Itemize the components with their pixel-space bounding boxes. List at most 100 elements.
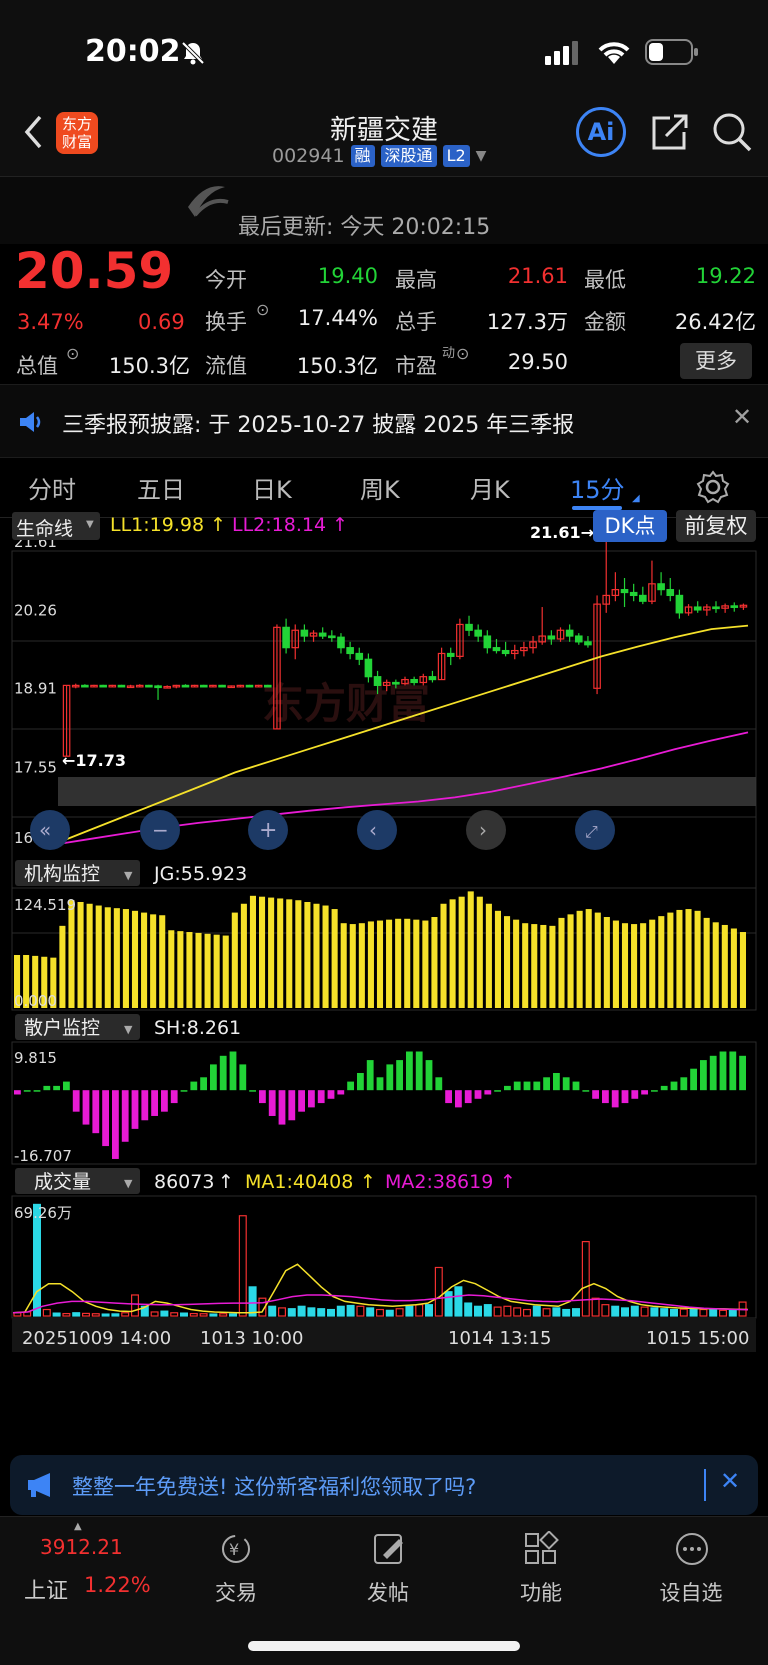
jg-bar: [476, 896, 483, 1008]
candle-body: [547, 635, 556, 640]
jg-value-label: JG:55.923: [153, 863, 247, 885]
volume-bar: [425, 1304, 434, 1317]
volume-bar: [591, 1297, 600, 1317]
tab-weekly-k[interactable]: 周K: [360, 470, 400, 505]
sh-bar: [425, 1060, 433, 1091]
vol-indicator-label: 成交量: [34, 1171, 91, 1193]
volume-bar: [307, 1307, 316, 1317]
tab-5day[interactable]: 五日: [137, 470, 185, 505]
sh-bar: [63, 1081, 70, 1091]
volume-bar: [170, 1312, 179, 1317]
jg-bar: [531, 924, 538, 1008]
jg-bar: [730, 928, 737, 1008]
nav-post[interactable]: 发帖: [333, 1577, 443, 1607]
volume-bar: [513, 1307, 522, 1317]
more-button[interactable]: 更多: [680, 343, 752, 379]
functions-icon[interactable]: [523, 1531, 559, 1567]
volume-bar: [650, 1307, 659, 1317]
jg-tick-top: 124.519: [14, 896, 76, 914]
jg-bar: [513, 919, 520, 1008]
gear-icon[interactable]: [696, 470, 730, 504]
sh-bar-group: [14, 1051, 746, 1159]
candle-body: [373, 676, 382, 686]
sh-bar: [298, 1090, 305, 1112]
jg-bar: [59, 925, 66, 1008]
sh-bar: [602, 1090, 609, 1104]
jg-bar: [431, 917, 438, 1008]
ai-assistant-icon[interactable]: Ai: [576, 107, 626, 157]
tab-daily-k[interactable]: 日K: [252, 470, 292, 505]
trade-icon[interactable]: ¥: [218, 1531, 254, 1567]
jg-bar: [131, 910, 139, 1008]
post-icon[interactable]: [371, 1531, 407, 1567]
volume-bar: [189, 1312, 198, 1317]
index-value[interactable]: 3912.21: [40, 1535, 123, 1559]
nav-functions[interactable]: 功能: [486, 1577, 596, 1607]
nav-add-watchlist[interactable]: 设自选: [636, 1577, 746, 1607]
quote-panel: 20.59 3.47% 0.69 总值 ⊙ 150.3亿 今开 19.40 最高…: [0, 242, 768, 384]
sh-bar: [494, 1090, 501, 1092]
candle-body: [730, 605, 739, 608]
info-icon[interactable]: ⊙: [456, 344, 469, 363]
tab-monthly-k[interactable]: 月K: [470, 470, 510, 505]
sh-bar: [582, 1090, 590, 1092]
candle-body: [364, 658, 373, 678]
indicator-select[interactable]: 生命线 ▼: [12, 512, 100, 540]
indicator-label: 生命线: [16, 518, 74, 540]
volume-bar: [81, 1312, 90, 1317]
candle-body: [474, 629, 482, 637]
jg-bar: [422, 920, 429, 1008]
volume-bar: [640, 1306, 649, 1317]
nav-trade[interactable]: 交易: [181, 1577, 291, 1607]
jg-bar: [358, 923, 365, 1008]
watchlist-icon[interactable]: [674, 1531, 710, 1567]
ll2-label: LL2:18.14 ↑: [232, 514, 348, 536]
jg-bar: [712, 922, 719, 1008]
tab-15min[interactable]: 15分: [570, 470, 625, 505]
jg-bar: [721, 924, 728, 1008]
notice-banner[interactable]: 三季报预披露: 于 2025-10-27 披露 2025 年三季报 ✕: [0, 384, 768, 458]
jg-bar: [458, 896, 465, 1008]
candle-body: [712, 606, 720, 610]
chart-watermark: 东方财富: [262, 679, 430, 728]
jg-bar: [376, 920, 384, 1008]
jg-bar: [694, 910, 701, 1008]
candle-body: [492, 647, 501, 652]
volume-bar: [679, 1308, 688, 1317]
jg-bar: [367, 921, 374, 1008]
status-bar: 20:02: [0, 0, 768, 100]
adjust-button[interactable]: 前复权: [676, 510, 756, 542]
jg-bar: [386, 919, 393, 1008]
tab-intraday[interactable]: 分时: [28, 470, 76, 505]
volume-bar: [121, 1312, 130, 1317]
index-name[interactable]: 上证: [24, 1573, 68, 1605]
share-icon[interactable]: [650, 112, 690, 152]
volume-bar: [317, 1308, 326, 1317]
promo-banner[interactable]: 整整一年免费送! 这份新客福利您领取了吗? ✕: [10, 1455, 758, 1515]
sh-bar: [268, 1090, 276, 1116]
close-icon[interactable]: ✕: [720, 1467, 740, 1495]
high-value: 21.61: [507, 264, 568, 288]
jg-bar: [504, 916, 511, 1008]
dk-point-button[interactable]: DK点: [593, 510, 667, 542]
stock-subtitle[interactable]: 002941 融 深股通 L2 ▼: [272, 145, 486, 167]
x-label-3: 1014 13:15: [448, 1328, 551, 1349]
info-icon[interactable]: ⊙: [256, 300, 269, 319]
sh-bar: [660, 1085, 668, 1091]
info-icon[interactable]: ⊙: [66, 344, 79, 363]
jg-bar: [676, 909, 683, 1008]
candle-body: [355, 652, 364, 660]
search-icon[interactable]: [710, 110, 754, 154]
kline-chart-svg[interactable]: 东方财富 21.6120.2618.9117.5516.20 21.61→ ←1…: [0, 518, 768, 1448]
candle-body: [639, 594, 647, 602]
scroll-left-icon[interactable]: [357, 810, 397, 850]
volume-bar: [434, 1266, 443, 1317]
sh-bar: [72, 1090, 80, 1112]
close-icon[interactable]: ✕: [732, 403, 752, 431]
notice-text: 三季报预披露: 于 2025-10-27 披露 2025 年三季报: [62, 413, 575, 438]
jg-bar: [122, 909, 129, 1008]
pe-label: 市盈: [395, 354, 437, 378]
sh-bar: [700, 1060, 707, 1091]
ll2-up-arrow-icon: ↑: [332, 514, 349, 536]
jg-bar: [549, 925, 556, 1008]
